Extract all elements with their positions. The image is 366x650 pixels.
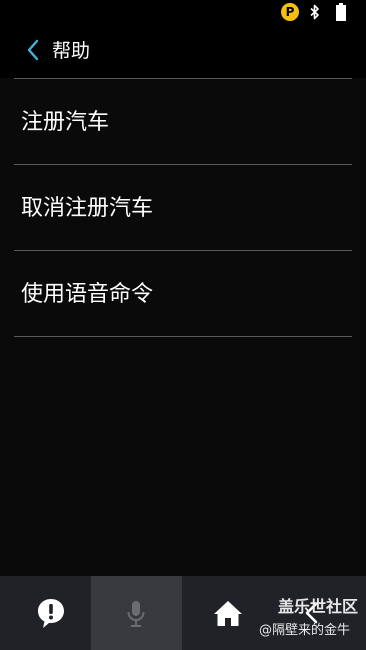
watermark-user: @隔壁来的金牛 <box>259 623 351 638</box>
chevron-left-icon[interactable] <box>26 39 40 61</box>
bluetooth-icon <box>310 4 319 20</box>
menu-item-label: 注册汽车 <box>21 110 110 135</box>
microphone-icon <box>127 601 145 627</box>
status-bar: P <box>0 0 366 24</box>
watermark-title: 盖乐世社区 <box>278 597 359 616</box>
divider <box>14 336 352 337</box>
app-header: 帮助 <box>0 24 366 78</box>
p-icon: P <box>281 3 299 21</box>
home-icon <box>214 601 242 626</box>
menu-item-unregister-car[interactable]: 取消注册汽车 <box>14 165 352 250</box>
feedback-icon <box>38 599 64 628</box>
voice-button[interactable] <box>91 576 182 650</box>
feedback-button[interactable] <box>0 576 91 650</box>
page-title: 帮助 <box>52 40 91 62</box>
menu-item-label: 取消注册汽车 <box>21 196 154 221</box>
menu-item-voice-commands[interactable]: 使用语音命令 <box>14 251 352 336</box>
menu-item-label: 使用语音命令 <box>21 282 154 307</box>
help-list: 注册汽车 取消注册汽车 使用语音命令 <box>0 78 366 576</box>
menu-item-register-car[interactable]: 注册汽车 <box>14 79 352 164</box>
battery-icon <box>336 3 346 21</box>
